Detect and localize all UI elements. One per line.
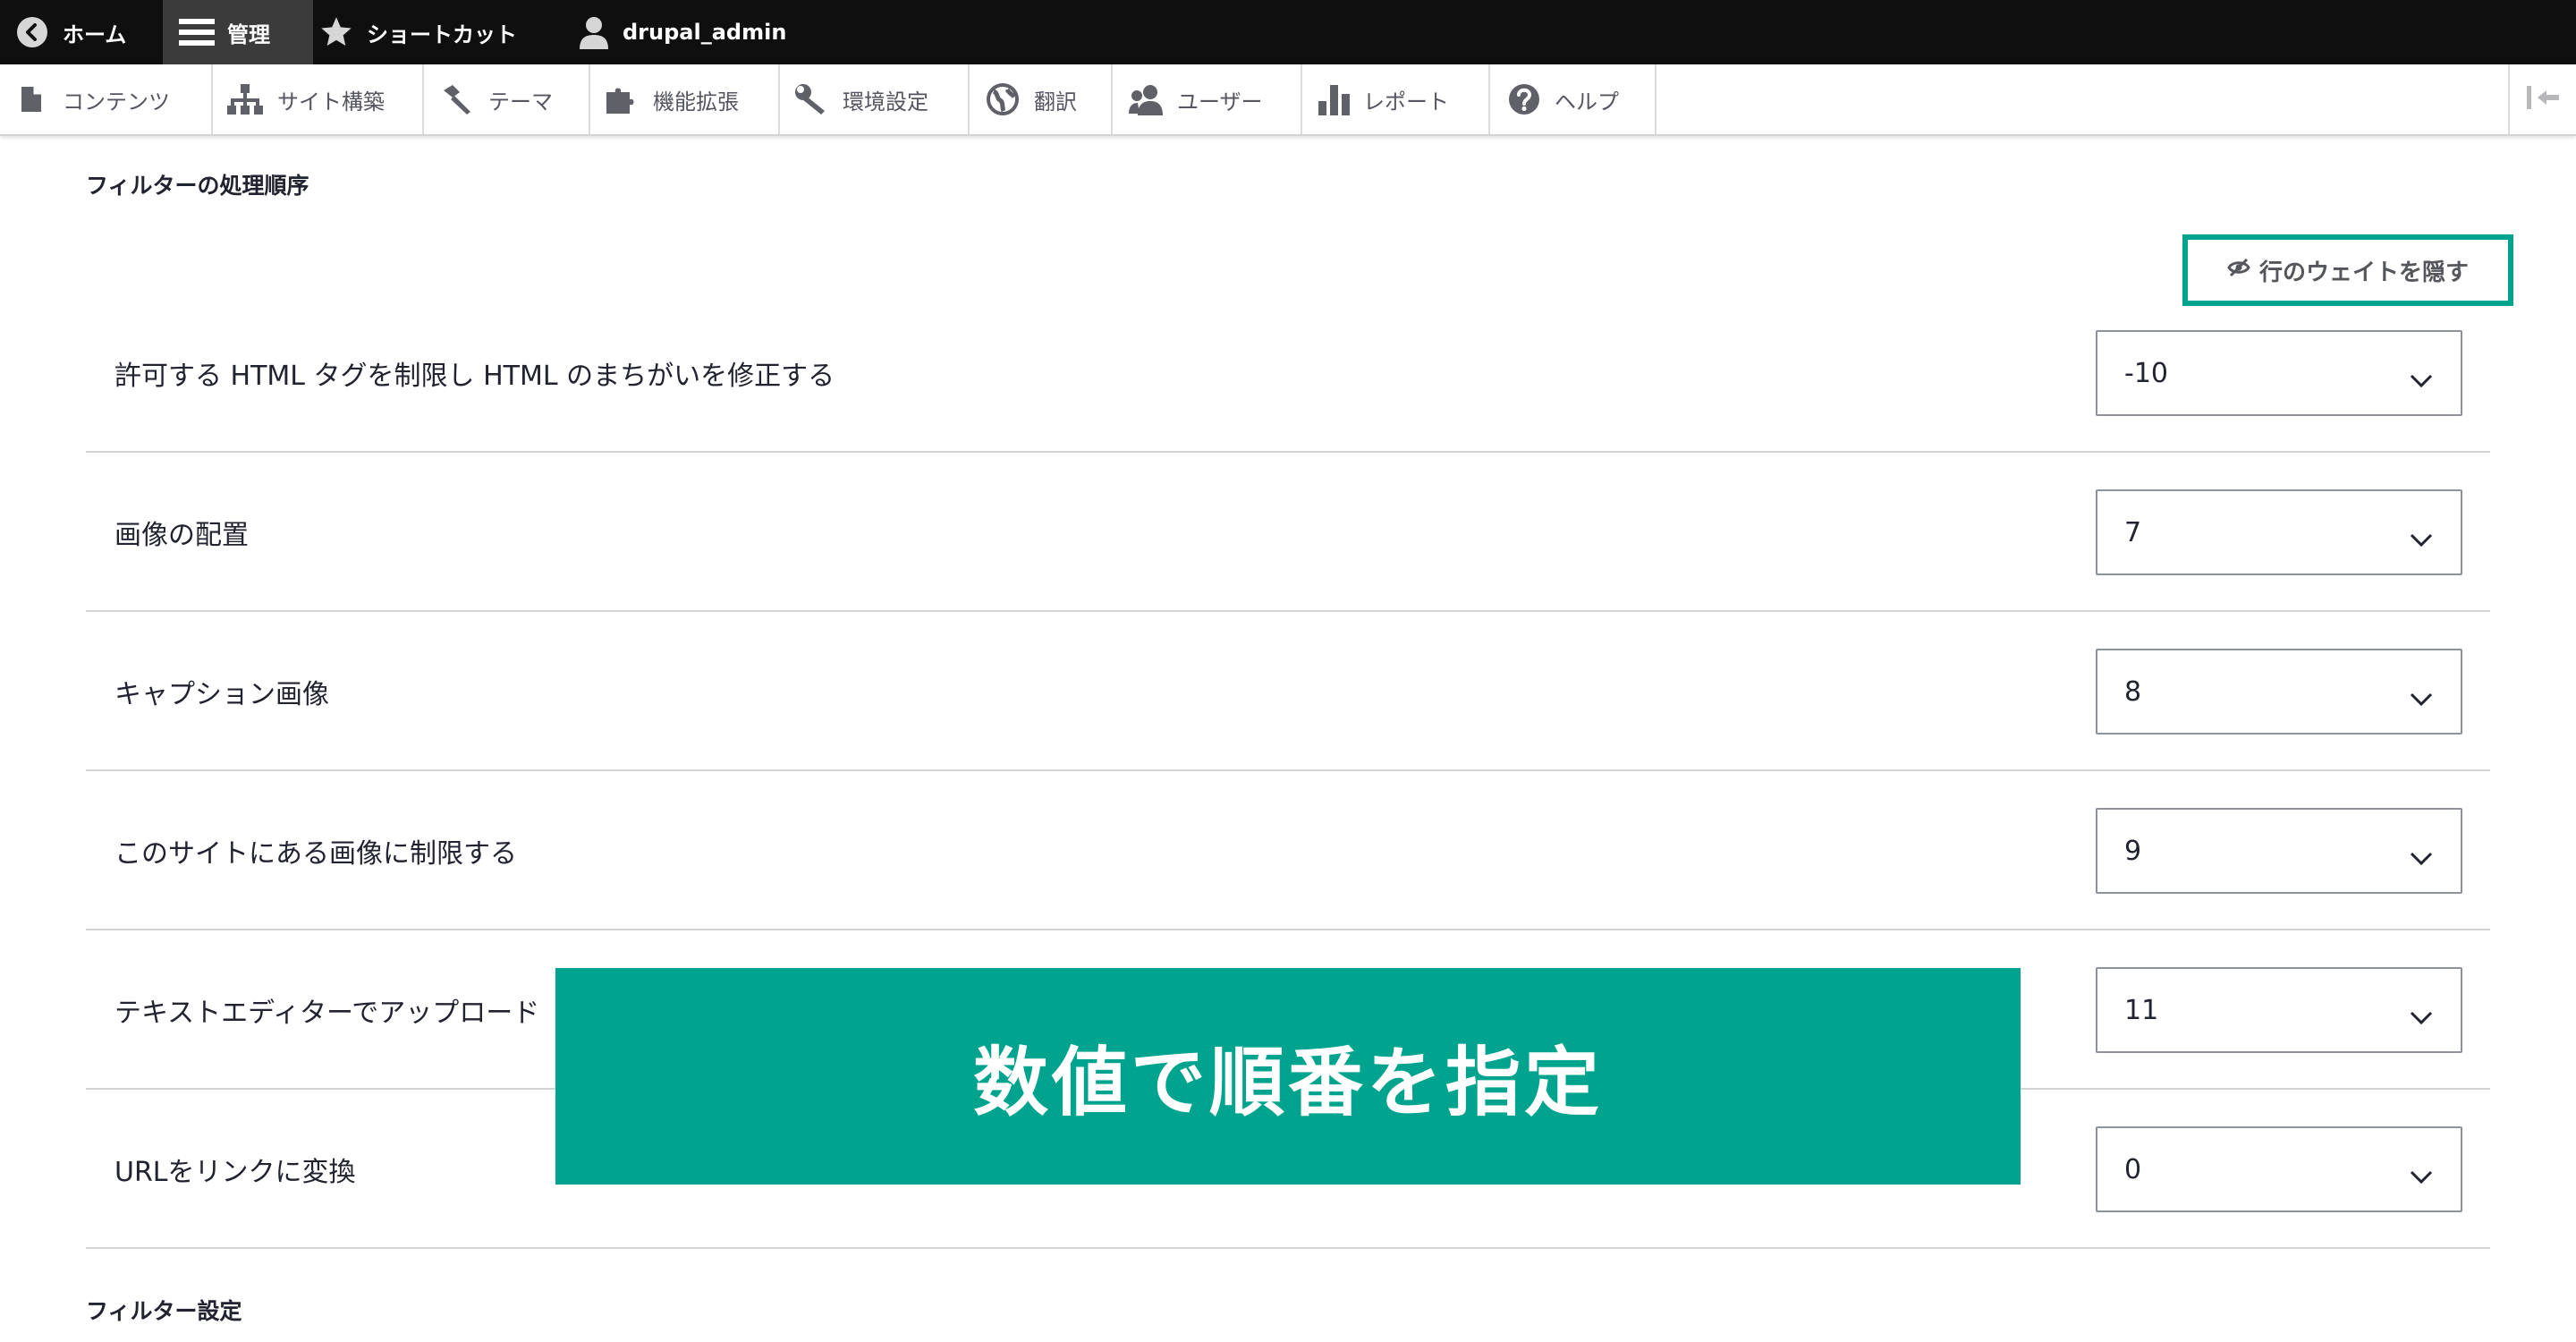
manage-tab[interactable]: 管理 [163, 0, 313, 64]
weight-select[interactable]: 7 [2096, 489, 2462, 575]
star-icon [318, 14, 354, 50]
tray-item-content[interactable]: コンテンツ [0, 64, 213, 134]
admin-tray: コンテンツ サイト構築 テーマ 機能拡張 環境設定 翻訳 ユーザー レポート ヘ… [0, 64, 2576, 136]
admin-toolbar: ホーム 管理 ショートカット drupal_admin [0, 0, 2576, 64]
tray-orientation-toggle[interactable] [2508, 64, 2576, 134]
shortcuts-label: ショートカット [367, 21, 517, 47]
document-icon [20, 85, 43, 114]
weight-select[interactable]: 8 [2096, 649, 2462, 735]
tray-label-people: ユーザー [1177, 89, 1263, 115]
chevron-down-icon [2409, 843, 2434, 874]
help-icon [1508, 83, 1540, 115]
home-label: ホーム [63, 21, 127, 47]
eye-slash-icon [2227, 257, 2259, 284]
weight-value: 8 [2124, 675, 2142, 708]
tray-label-translate: 翻訳 [1034, 89, 1077, 115]
filter-row: 許可する HTML タグを制限し HTML のまちがいを修正する -10 [86, 293, 2490, 453]
chevron-down-icon [2409, 524, 2434, 556]
filter-row: 画像の配置 7 [86, 453, 2490, 612]
chevron-down-icon [2409, 365, 2434, 396]
annotation-banner: 数値で順番を指定 [555, 968, 2021, 1185]
filter-row: キャプション画像 8 [86, 612, 2490, 771]
user-label: drupal_admin [623, 20, 787, 45]
weight-select[interactable]: 9 [2096, 808, 2462, 894]
weight-select[interactable]: 0 [2096, 1126, 2462, 1212]
chevron-down-icon [2409, 684, 2434, 715]
sitemap-icon [227, 84, 263, 115]
hamburger-icon [179, 16, 215, 48]
weight-select[interactable]: -10 [2096, 330, 2462, 416]
processing-order-title: フィルターの処理順序 [86, 173, 309, 199]
user-icon [578, 15, 610, 49]
paintbrush-icon [440, 83, 474, 115]
tray-label-appearance: テーマ [488, 89, 553, 115]
tray-label-reports: レポート [1363, 89, 1449, 115]
globe-icon [986, 82, 1020, 116]
tray-label-content: コンテンツ [63, 89, 170, 115]
bar-chart-icon [1318, 83, 1351, 115]
tray-label-config: 環境設定 [843, 89, 928, 115]
chevron-left-circle-icon [16, 16, 48, 48]
chevron-down-icon [2409, 1161, 2434, 1193]
weight-value: 9 [2124, 835, 2142, 867]
tray-item-help[interactable]: ヘルプ [1490, 64, 1657, 134]
tray-label-extend: 機能拡張 [653, 89, 739, 115]
filter-label: このサイトにある画像に制限する [114, 838, 517, 870]
hide-row-weights-label: 行のウェイトを隠す [2258, 259, 2469, 286]
filter-row: このサイトにある画像に制限する 9 [86, 771, 2490, 930]
home-link[interactable]: ホーム [0, 0, 161, 64]
tray-item-people[interactable]: ユーザー [1113, 64, 1302, 134]
filter-label: URLをリンクに変換 [114, 1157, 356, 1188]
tray-item-config[interactable]: 環境設定 [780, 64, 970, 134]
tray-item-reports[interactable]: レポート [1302, 64, 1490, 134]
manage-label: 管理 [227, 21, 270, 47]
filter-label: 画像の配置 [114, 520, 249, 551]
tray-item-appearance[interactable]: テーマ [424, 64, 590, 134]
tray-item-extend[interactable]: 機能拡張 [590, 64, 780, 134]
weight-value: 0 [2124, 1153, 2142, 1185]
filter-label: 許可する HTML タグを制限し HTML のまちがいを修正する [114, 361, 835, 392]
filter-label: テキストエディターでアップロード [114, 998, 540, 1029]
wrench-icon [794, 83, 828, 115]
shortcuts-tab[interactable]: ショートカット [318, 0, 542, 64]
puzzle-icon [605, 83, 640, 115]
tray-label-help: ヘルプ [1555, 89, 1619, 115]
arrow-left-bar-icon [2525, 84, 2561, 115]
chevron-down-icon [2409, 1002, 2434, 1033]
weight-value: 7 [2124, 516, 2142, 548]
tray-label-structure: サイト構築 [277, 89, 385, 115]
weight-value: 11 [2124, 994, 2159, 1026]
people-icon [1129, 83, 1165, 115]
tray-item-structure[interactable]: サイト構築 [213, 64, 424, 134]
tray-item-translate[interactable]: 翻訳 [970, 64, 1113, 134]
filter-settings-title: フィルター設定 [86, 1298, 242, 1324]
filter-label: キャプション画像 [114, 679, 329, 710]
weight-value: -10 [2124, 357, 2168, 389]
user-tab[interactable]: drupal_admin [578, 0, 792, 64]
weight-select[interactable]: 11 [2096, 967, 2462, 1053]
